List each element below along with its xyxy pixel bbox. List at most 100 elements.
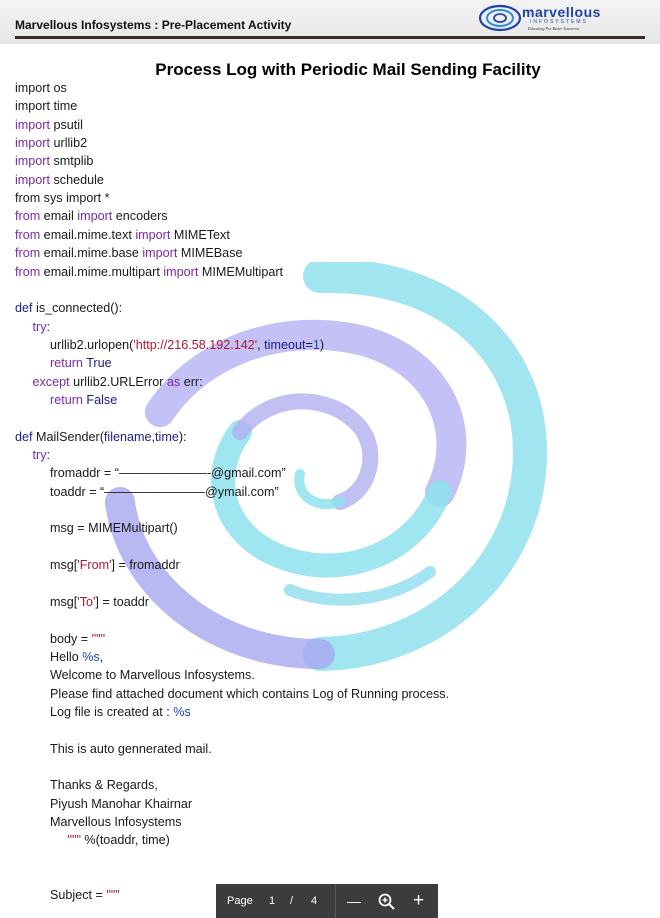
- code-token: def: [15, 429, 33, 444]
- code-token: Log file is created at :: [50, 704, 174, 719]
- code-token: %s: [82, 649, 100, 664]
- code-line: import time: [15, 97, 77, 115]
- code-line: try:: [33, 446, 51, 464]
- code-token: urllib2.urlopen(: [50, 337, 134, 352]
- code-token: %s: [173, 704, 191, 719]
- code-token: try: [32, 319, 47, 334]
- code-line: import schedule: [15, 171, 104, 189]
- code-token: True: [86, 356, 112, 371]
- code-token: import: [163, 264, 199, 279]
- code-line: fromaddr = “———————-@gmail.com”: [50, 464, 286, 482]
- code-token: import: [15, 117, 50, 132]
- current-page[interactable]: 1: [269, 895, 275, 907]
- code-token: return: [50, 356, 83, 371]
- code-token: import os: [15, 81, 67, 95]
- code-line: import psutil: [15, 116, 83, 134]
- code-token: timeout: [264, 337, 306, 352]
- zoom-out-button[interactable]: —: [347, 893, 361, 909]
- code-line: from email.mime.text import MIMEText: [15, 226, 230, 244]
- code-token: import: [15, 172, 50, 187]
- code-token: MIMEText: [170, 227, 230, 242]
- code-token: from: [15, 264, 41, 279]
- code-line: except urllib2.URLError as err:: [33, 373, 203, 391]
- header-title: Marvellous Infosystems : Pre-Placement A…: [15, 18, 292, 32]
- code-line: This is auto gennerated mail.: [50, 740, 212, 758]
- code-token: email: [40, 209, 78, 224]
- code-token: import: [142, 246, 178, 261]
- code-token: from sys import *: [15, 191, 110, 206]
- code-token: MIMEMultipart: [198, 264, 284, 279]
- code-token: schedule: [50, 172, 104, 187]
- code-token: import: [77, 209, 113, 224]
- code-line: return False: [50, 391, 117, 409]
- code-line: Marvellous Infosystems: [50, 813, 182, 831]
- code-line: msg = MIMEMultipart(): [50, 519, 178, 537]
- code-token: body =: [50, 631, 92, 646]
- logo-swirl-icon: [478, 4, 522, 32]
- code-token: ): [319, 337, 325, 352]
- code-token: Welcome to Marvellous Infosystems.: [50, 668, 255, 683]
- code-line: Piyush Manohar Khairnar: [50, 795, 192, 813]
- code-line: Welcome to Marvellous Infosystems.: [50, 666, 255, 684]
- code-line: msg['To'] = toaddr: [50, 593, 149, 611]
- company-logo: marvellous INFOSYSTEMS Educating For Bet…: [478, 4, 640, 32]
- code-line: Subject = """: [50, 886, 120, 904]
- code-line: Log file is created at : %s: [50, 703, 191, 721]
- code-token: msg = MIMEMultipart(): [50, 521, 178, 536]
- code-token: import time: [15, 99, 78, 114]
- code-line: toaddr = “————————@ymail.com”: [50, 483, 279, 501]
- code-token: psutil: [50, 117, 83, 132]
- code-line: Hello %s,: [50, 648, 103, 666]
- document-title: Process Log with Periodic Mail Sending F…: [155, 60, 541, 79]
- code-token: from: [15, 209, 41, 224]
- toolbar-divider: [335, 884, 336, 918]
- code-token: This is auto gennerated mail.: [50, 741, 212, 756]
- code-line: """ %(toaddr, time): [68, 831, 170, 849]
- code-token: """: [67, 833, 81, 848]
- code-token: %(toaddr, time): [80, 833, 170, 848]
- code-token: :: [46, 448, 51, 462]
- code-token: Hello: [50, 649, 83, 664]
- code-token: msg[: [50, 594, 78, 609]
- zoom-in-button[interactable]: +: [413, 890, 424, 912]
- code-line: from email import encoders: [15, 207, 168, 225]
- code-token: Thanks & Regards,: [50, 778, 158, 793]
- code-token: from: [15, 246, 41, 261]
- code-token: """: [91, 631, 106, 646]
- code-line: Thanks & Regards,: [50, 776, 158, 794]
- code-token: Marvellous Infosystems: [50, 815, 182, 829]
- code-line: def MailSender(filename,time):: [15, 428, 187, 446]
- code-token: import: [15, 136, 50, 151]
- code-token: import: [15, 154, 50, 169]
- zoom-fit-icon[interactable]: [378, 893, 395, 910]
- code-token: :: [46, 319, 51, 334]
- code-token: msg[: [50, 558, 78, 573]
- code-token: 'To': [77, 594, 96, 609]
- code-line: msg['From'] = fromaddr: [50, 556, 180, 574]
- code-line: import smtplib: [15, 152, 93, 170]
- code-token: ):: [178, 429, 187, 444]
- code-token: 'From': [77, 558, 112, 573]
- code-token: from: [15, 227, 41, 242]
- code-token: MIMEBase: [177, 246, 243, 261]
- logo-subtitle: INFOSYSTEMS: [530, 19, 588, 25]
- code-token: email.mime.base: [40, 246, 143, 261]
- code-token: ] = fromaddr: [111, 558, 180, 573]
- page-separator: /: [290, 895, 294, 907]
- pdf-toolbar: Page 1 / 4 — +: [216, 884, 438, 918]
- code-token: encoders: [112, 209, 168, 224]
- code-token: False: [86, 392, 118, 407]
- code-token: return: [50, 392, 83, 407]
- code-token: smtplib: [50, 154, 94, 169]
- code-token: time: [155, 429, 179, 444]
- header-divider: [15, 36, 645, 39]
- code-token: fromaddr = “———————-@gmail.com”: [50, 466, 286, 481]
- logo-text: marvellous: [522, 4, 601, 20]
- code-token: ] = toaddr: [95, 594, 149, 609]
- page-header: Marvellous Infosystems : Pre-Placement A…: [0, 0, 660, 44]
- code-token: email.mime.text: [40, 227, 136, 242]
- code-token: urllib2.URLError: [69, 374, 167, 389]
- code-line: return True: [50, 354, 112, 372]
- code-line: Please find attached document which cont…: [50, 685, 449, 703]
- code-line: from email.mime.multipart import MIMEMul…: [15, 263, 283, 281]
